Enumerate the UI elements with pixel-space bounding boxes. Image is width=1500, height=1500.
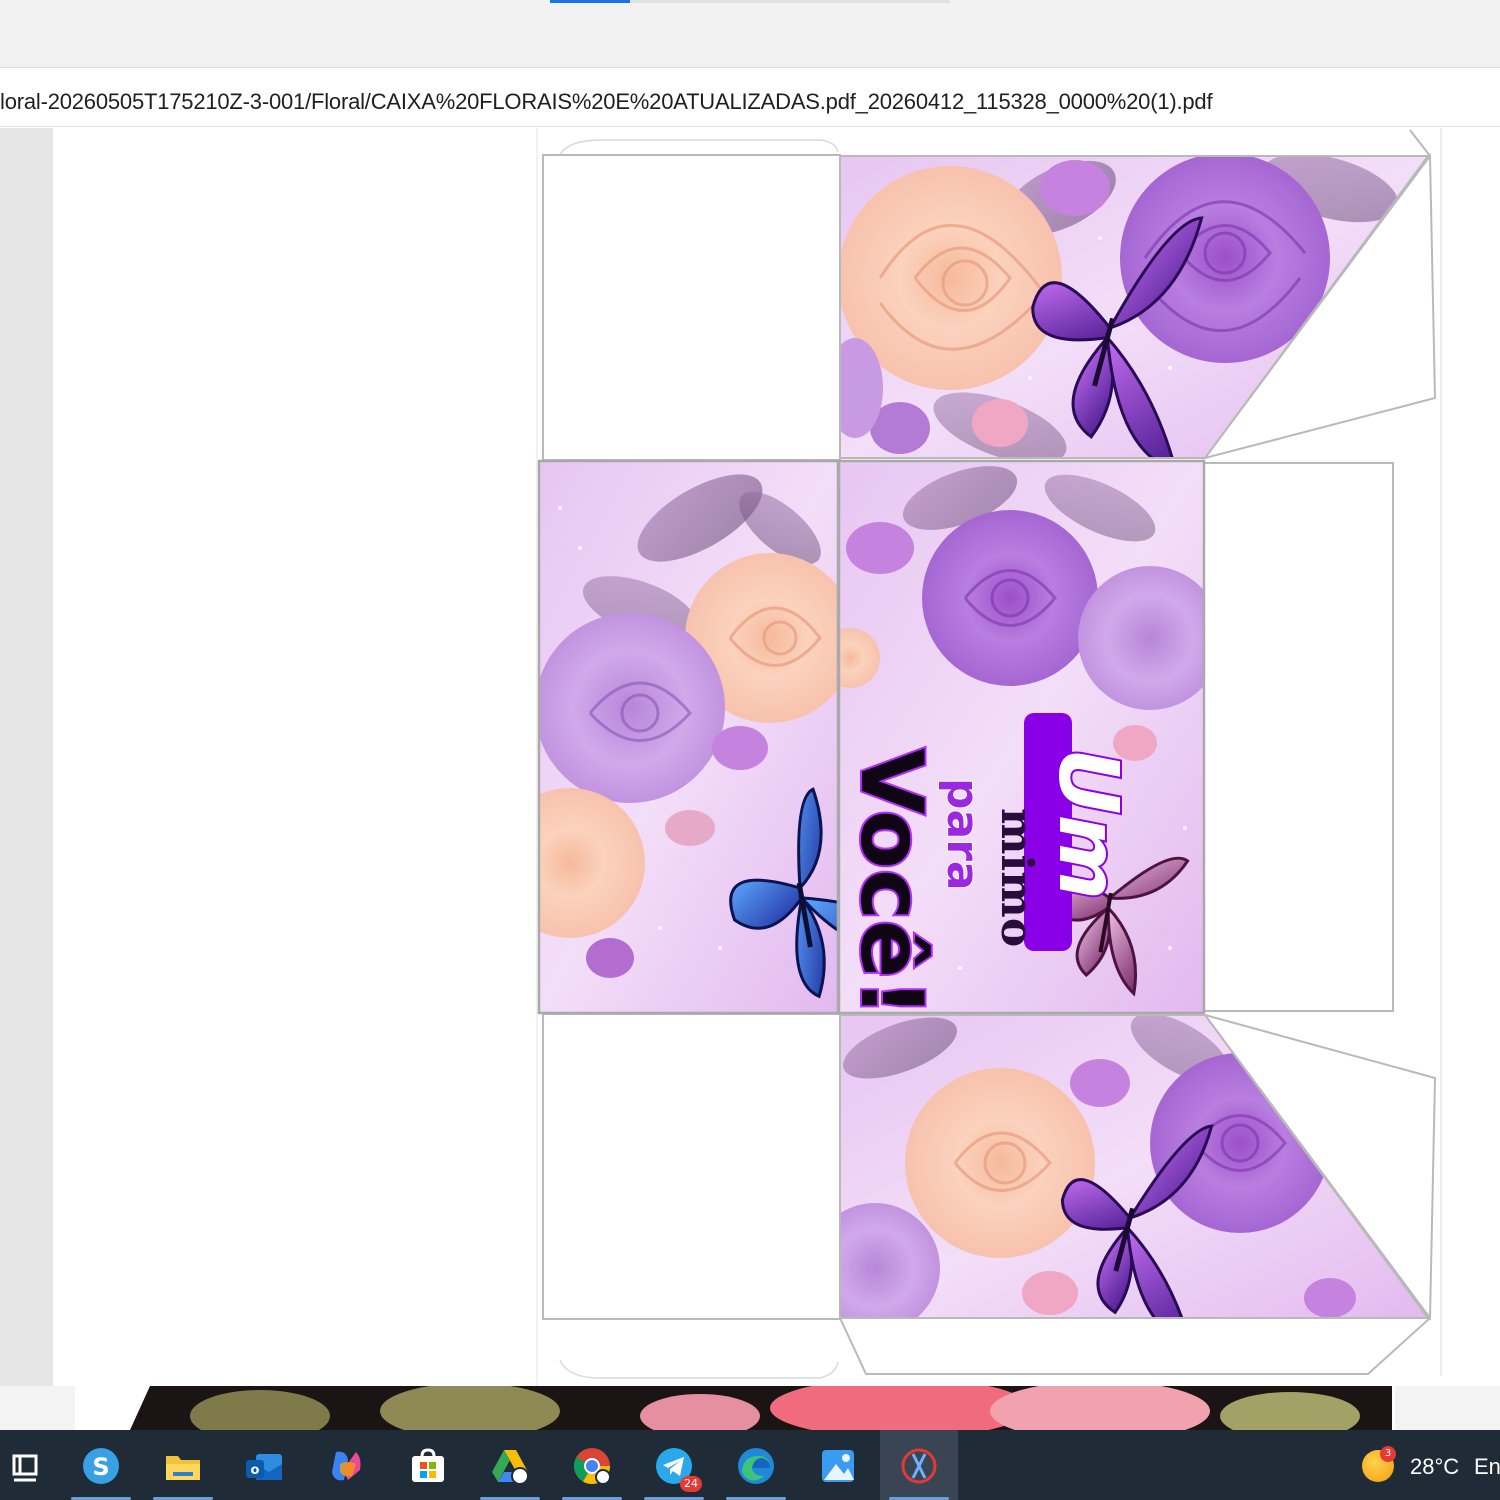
pdf-viewer: Um mimo para Você! [0, 128, 1500, 1386]
taskbar: S o 24 3 28°C En [0, 1430, 1500, 1500]
weather-badge: 3 [1380, 1446, 1396, 1462]
taskbar-app-copilot[interactable] [312, 1430, 380, 1500]
address-bar[interactable]: loral-20260505T175210Z-3-001/Floral/CAIX… [0, 75, 1500, 127]
taskbar-app-skype[interactable]: S [67, 1430, 135, 1500]
snip-icon [901, 1448, 937, 1484]
inactive-tab[interactable] [630, 0, 950, 3]
taskbar-app-snipping-tool[interactable] [880, 1430, 958, 1500]
svg-text:S: S [92, 1453, 109, 1481]
svg-text:o: o [251, 1463, 260, 1478]
tab-strip [0, 0, 1500, 68]
taskbar-app-edge[interactable] [722, 1430, 790, 1500]
taskbar-app-file-explorer[interactable] [149, 1430, 217, 1500]
active-tab-indicator[interactable] [550, 0, 630, 3]
temperature-readout[interactable]: 28°C [1410, 1454, 1459, 1480]
telegram-unread-badge: 24 [680, 1476, 702, 1492]
desktop-wallpaper-strip [0, 1378, 1500, 1442]
folder-icon [166, 1456, 200, 1480]
greeting-line4: Você! [841, 748, 941, 1017]
taskbar-app-outlook[interactable]: o [230, 1430, 298, 1500]
greeting-line1: Um [1040, 748, 1135, 900]
task-view-button[interactable] [0, 1430, 54, 1500]
greeting-line2: mimo [991, 808, 1042, 947]
front-floral-panel: Um mimo para Você! [840, 462, 1203, 1017]
edge-icon [738, 1448, 774, 1484]
greeting-line3: para [937, 778, 988, 891]
address-url[interactable]: loral-20260505T175210Z-3-001/Floral/CAIX… [0, 89, 1213, 115]
wallpaper-preview [75, 1378, 1395, 1442]
taskbar-app-photos[interactable] [804, 1430, 872, 1500]
language-indicator[interactable]: En [1474, 1454, 1500, 1480]
store-icon [412, 1448, 444, 1482]
task-view-icon [12, 1454, 38, 1482]
taskbar-app-telegram[interactable]: 24 [640, 1430, 708, 1500]
skype-icon: S [83, 1448, 119, 1484]
taskbar-app-chrome[interactable] [558, 1430, 626, 1500]
copilot-icon [332, 1451, 361, 1481]
box-template-net: Um mimo para Você! [536, 128, 1437, 1386]
chrome-icon [573, 1448, 611, 1485]
system-tray: 3 28°C En [1356, 1430, 1500, 1500]
taskbar-app-store[interactable] [394, 1430, 462, 1500]
drive-icon [492, 1450, 529, 1485]
outlook-icon: o [246, 1454, 282, 1480]
photos-icon [822, 1450, 854, 1482]
taskbar-app-google-drive[interactable] [476, 1430, 544, 1500]
